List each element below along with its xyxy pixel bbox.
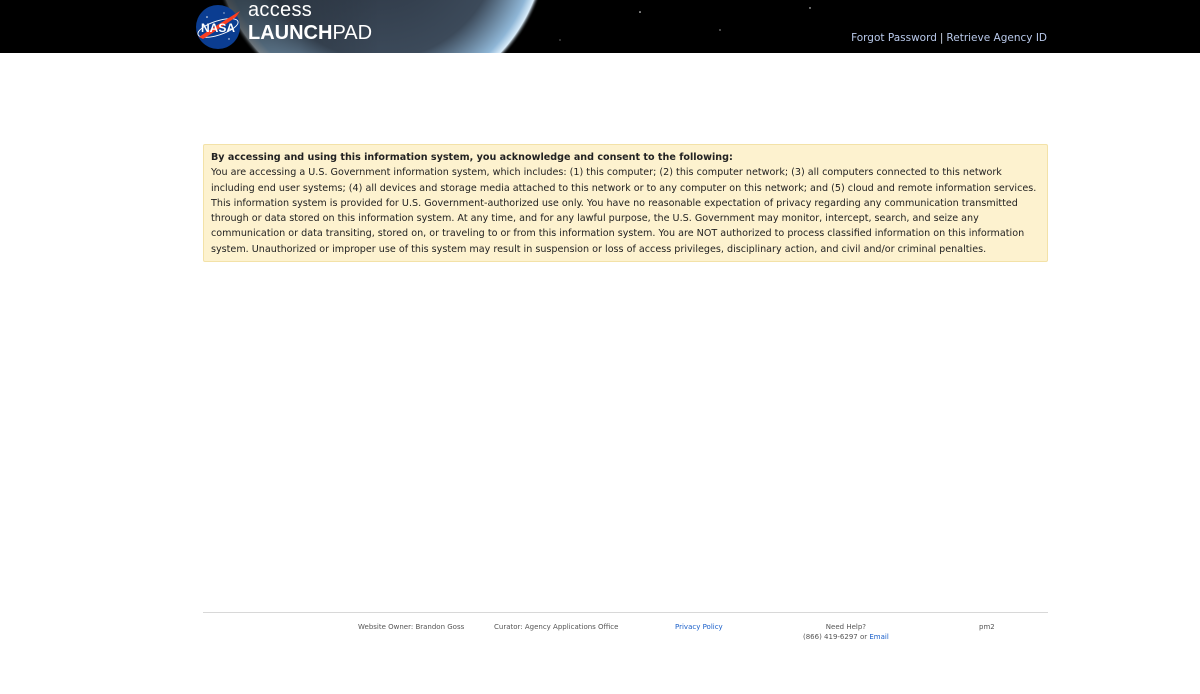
- brand-launchpad-text: LAUNCHPAD: [248, 21, 372, 45]
- help-email-link[interactable]: Email: [869, 633, 888, 641]
- planet-horizon-image: [0, 0, 1200, 53]
- help-contact: (866) 419-6297 or Email: [803, 632, 889, 642]
- footer-help-cell: Need Help? (866) 419-6297 or Email: [803, 622, 889, 642]
- help-phone: (866) 419-6297 or: [803, 633, 868, 641]
- retrieve-agency-id-link[interactable]: Retrieve Agency ID: [946, 32, 1047, 44]
- brand-launch-bold: LAUNCH: [248, 22, 333, 44]
- brand-access-text: access: [248, 0, 313, 21]
- nasa-logo-icon: NASA: [196, 5, 240, 49]
- consent-notice-body: You are accessing a U.S. Government info…: [211, 167, 1037, 255]
- consent-notice: By accessing and using this information …: [203, 144, 1048, 263]
- footer: Website Owner: Brandon Goss Curator: Age…: [203, 620, 1048, 650]
- need-help-label: Need Help?: [825, 623, 866, 631]
- header-links: Forgot Password | Retrieve Agency ID: [851, 32, 1047, 44]
- consent-notice-title: By accessing and using this information …: [211, 152, 733, 163]
- privacy-policy-link[interactable]: Privacy Policy: [675, 623, 723, 631]
- footer-curator: Curator: Agency Applications Office: [494, 623, 619, 631]
- nasa-logo-text: NASA: [201, 21, 235, 35]
- brand-pad-light: PAD: [332, 22, 373, 44]
- footer-server-id: pm2: [979, 623, 995, 631]
- forgot-password-link[interactable]: Forgot Password: [851, 32, 937, 44]
- header-bar: NASA access LAUNCHPAD Forgot Password | Re…: [0, 0, 1200, 53]
- footer-divider: [203, 612, 1048, 613]
- link-separator: |: [939, 32, 944, 44]
- footer-owner: Website Owner: Brandon Goss: [358, 623, 465, 631]
- footer-privacy-cell: Privacy Policy: [675, 622, 723, 632]
